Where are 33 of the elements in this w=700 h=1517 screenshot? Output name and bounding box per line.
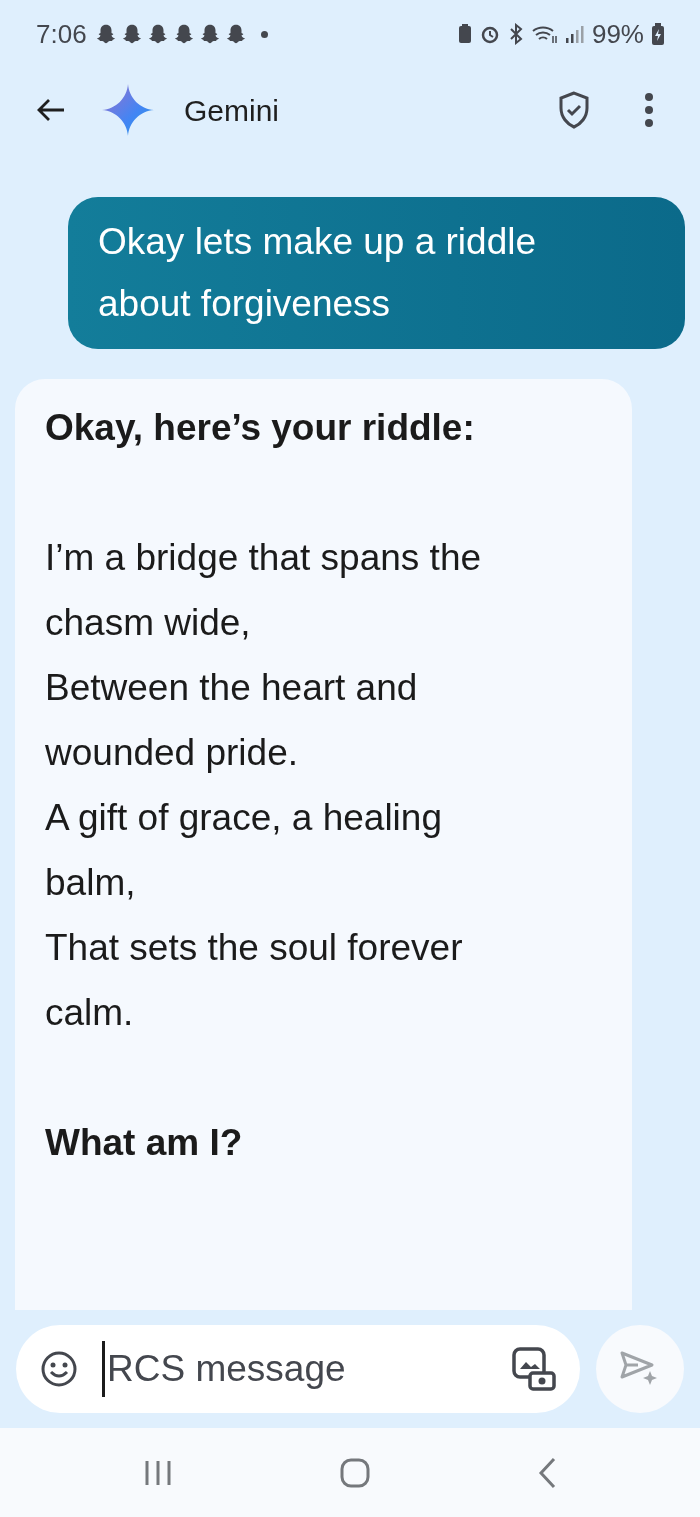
message-text: I’m a bridge that spans the chasm wide, <box>45 536 483 645</box>
ghost-icon <box>224 23 247 45</box>
recent-apps-icon[interactable] <box>144 1459 172 1486</box>
message-heading: What am I? <box>45 1121 244 1165</box>
chat-title: Gemini <box>184 92 281 129</box>
bluetooth-icon <box>507 23 524 45</box>
signal-icon <box>565 25 584 43</box>
shield-check-icon[interactable] <box>558 91 590 129</box>
emoji-icon[interactable] <box>40 1350 78 1388</box>
message-text: Between the heart and wounded pride. <box>45 666 419 775</box>
message-text: Okay lets make up a riddle about forgiveness <box>98 220 538 326</box>
alarm-icon <box>479 24 500 44</box>
message-text: A gift of grace, a healing balm, <box>45 796 443 905</box>
wifi-icon <box>531 24 558 44</box>
ghost-icon <box>198 23 221 45</box>
ghost-icon <box>94 23 117 45</box>
sparkle-logo-icon <box>102 84 154 136</box>
ghost-icon <box>120 23 143 45</box>
back-arrow-icon <box>36 98 66 122</box>
message-text: That sets the soul forever calm. <box>45 926 464 1035</box>
home-icon[interactable] <box>340 1457 370 1488</box>
battery-percent: 99% <box>591 17 644 51</box>
more-options-icon[interactable] <box>644 93 654 127</box>
battery-saver-icon <box>457 24 472 44</box>
ghost-icon <box>172 23 195 45</box>
clock: 7:06 <box>36 17 87 51</box>
message-input-field[interactable]: RCS message <box>16 1325 580 1413</box>
message-input[interactable]: RCS message <box>102 1341 512 1397</box>
battery-charging-icon <box>652 23 664 45</box>
message-heading: Okay, here’s your riddle: <box>45 406 476 450</box>
back-nav-icon[interactable] <box>538 1456 556 1489</box>
gallery-camera-icon[interactable] <box>512 1347 556 1391</box>
ghost-icon <box>146 23 169 45</box>
